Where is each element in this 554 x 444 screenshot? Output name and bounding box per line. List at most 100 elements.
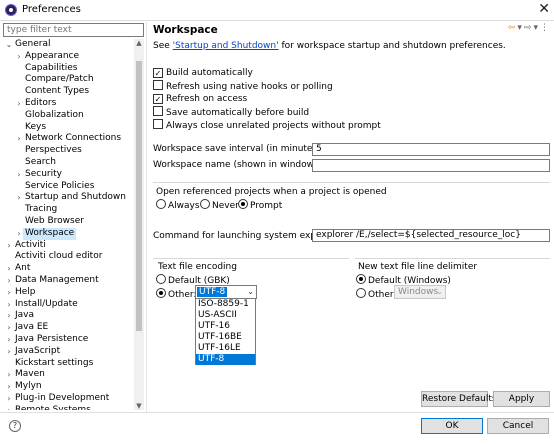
encoding-combo[interactable]: UTF-8 ⌄ [195, 285, 257, 299]
save-interval-input[interactable]: 5 [312, 143, 550, 156]
tree-item[interactable]: Content Types [3, 86, 131, 98]
tree-item[interactable]: › Mylyn [3, 381, 131, 393]
encoding-option[interactable]: ISO-8859-1 [196, 299, 255, 310]
tree-item[interactable]: › Java EE [3, 322, 131, 334]
radio-dot[interactable] [156, 199, 166, 209]
tree-item[interactable]: › Java [3, 310, 131, 322]
radio-dot[interactable] [238, 199, 248, 209]
tree-item[interactable]: › Network Connections [3, 133, 131, 145]
encoding-option[interactable]: UTF-16 [196, 321, 255, 332]
tree-item[interactable]: › Data Management [3, 275, 131, 287]
tree-item[interactable]: › Help [3, 287, 131, 299]
chevron-right-icon[interactable]: › [5, 405, 13, 410]
tree-item[interactable]: › Appearance [3, 51, 131, 63]
encoding-other-radio[interactable]: Other: [156, 288, 196, 300]
tree-item[interactable]: › Security [3, 169, 131, 181]
tree-item[interactable]: › Maven [3, 369, 131, 381]
build-automatically-checkbox[interactable]: ✓ Build automatically [153, 67, 253, 79]
tree-item[interactable]: › Workspace [3, 227, 131, 240]
restore-defaults-button[interactable]: Restore Defaults [421, 391, 497, 407]
chevron-right-icon[interactable]: › [15, 192, 23, 204]
tree-item[interactable]: Service Policies [3, 181, 131, 193]
tree-item[interactable]: Kickstart settings [3, 358, 131, 370]
chevron-right-icon[interactable]: › [5, 381, 13, 393]
filter-input[interactable] [3, 23, 144, 37]
tree-item[interactable]: Activiti cloud editor [3, 251, 131, 263]
tree-item[interactable]: › Ant [3, 263, 131, 275]
checkbox-box[interactable]: ✓ [153, 68, 163, 78]
encoding-option[interactable]: UTF-16BE [196, 332, 255, 343]
tree-item[interactable]: ⌄ General [3, 39, 131, 51]
tree-item[interactable]: Capabilities [3, 63, 131, 75]
radio-dot[interactable] [156, 274, 166, 284]
refresh-native-hooks-checkbox[interactable]: Refresh using native hooks or polling [153, 80, 333, 92]
startup-shutdown-link[interactable]: 'Startup and Shutdown' [173, 41, 279, 51]
chevron-right-icon[interactable]: › [5, 299, 13, 311]
tree-item[interactable]: › Java Persistence [3, 334, 131, 346]
scrollbar-thumb[interactable] [136, 61, 142, 331]
chevron-right-icon[interactable]: › [15, 169, 23, 181]
encoding-option[interactable]: UTF-16LE [196, 343, 255, 354]
help-icon[interactable]: ? [9, 420, 21, 432]
checkbox-box[interactable] [153, 80, 163, 90]
encoding-option[interactable]: UTF-8 [196, 354, 255, 365]
tree-item[interactable]: Tracing [3, 204, 131, 216]
radio-dot[interactable] [156, 288, 166, 298]
checkbox-box[interactable] [153, 106, 163, 116]
radio-dot[interactable] [356, 288, 366, 298]
tree-item[interactable]: › Editors [3, 98, 131, 110]
chevron-right-icon[interactable]: › [5, 263, 13, 275]
tree-item[interactable]: Web Browser [3, 216, 131, 228]
explorer-command-input[interactable]: explorer /E,/select=${selected_resource_… [312, 229, 550, 242]
view-menu-icon[interactable]: ⋮ [540, 23, 551, 33]
encoding-dropdown-list[interactable]: ISO-8859-1 US-ASCII UTF-16 UTF-16BE UTF-16LE… [195, 298, 256, 365]
tree-item[interactable]: › Activiti [3, 240, 131, 252]
chevron-right-icon[interactable]: › [5, 275, 13, 287]
checkbox-box[interactable] [153, 119, 163, 129]
radio-dot[interactable] [356, 274, 366, 284]
chevron-right-icon[interactable]: › [15, 133, 23, 145]
ok-button[interactable]: OK [421, 418, 483, 434]
encoding-option[interactable]: US-ASCII [196, 310, 255, 321]
chevron-right-icon[interactable]: › [5, 393, 13, 405]
chevron-down-icon[interactable]: ⌄ [247, 286, 254, 298]
chevron-right-icon[interactable]: › [15, 228, 23, 240]
close-unrelated-projects-checkbox[interactable]: Always close unrelated projects without … [153, 119, 381, 131]
checkbox-box[interactable]: ✓ [153, 94, 163, 104]
cancel-button[interactable]: Cancel [487, 418, 549, 434]
chevron-right-icon[interactable]: › [5, 287, 13, 299]
chevron-right-icon[interactable]: › [5, 240, 13, 252]
open-prompt-radio[interactable]: Prompt [238, 199, 282, 211]
close-icon[interactable]: ✕ [538, 1, 550, 17]
tree-scrollbar[interactable]: ▲ ▼ [134, 39, 144, 410]
tree-item[interactable]: Search [3, 157, 131, 169]
tree-item[interactable]: › Startup and Shutdown [3, 192, 131, 204]
tree-item[interactable]: › Install/Update [3, 299, 131, 311]
open-never-radio[interactable]: Never [200, 199, 239, 211]
apply-button[interactable]: Apply [493, 391, 550, 407]
tree-item[interactable]: Perspectives [3, 145, 131, 157]
open-always-radio[interactable]: Always [156, 199, 200, 211]
chevron-right-icon[interactable]: › [5, 369, 13, 381]
tree-item[interactable]: Compare/Patch [3, 74, 131, 86]
chevron-right-icon[interactable]: › [5, 310, 13, 322]
pane-divider[interactable] [146, 22, 147, 412]
chevron-down-icon[interactable]: ⌄ [5, 39, 13, 51]
save-before-build-checkbox[interactable]: Save automatically before build [153, 106, 309, 118]
scroll-down-icon[interactable]: ▼ [134, 402, 144, 410]
chevron-right-icon[interactable]: › [5, 334, 13, 346]
back-arrow-icon[interactable]: ⇦ [508, 23, 518, 33]
tree-item[interactable]: Keys [3, 122, 131, 134]
refresh-on-access-checkbox[interactable]: ✓ Refresh on access [153, 93, 247, 105]
tree-item[interactable]: › Plug-in Development [3, 393, 131, 405]
scroll-up-icon[interactable]: ▲ [134, 39, 144, 47]
chevron-right-icon[interactable]: › [15, 51, 23, 63]
chevron-right-icon[interactable]: › [5, 322, 13, 334]
chevron-right-icon[interactable]: › [5, 346, 13, 358]
workspace-name-input[interactable] [312, 159, 550, 172]
tree-item[interactable]: › JavaScript [3, 346, 131, 358]
tree-item[interactable]: ›Remote Systems [3, 405, 131, 410]
radio-dot[interactable] [200, 199, 210, 209]
chevron-right-icon[interactable]: › [15, 98, 23, 110]
delimiter-other-radio[interactable]: Other: [356, 288, 396, 300]
